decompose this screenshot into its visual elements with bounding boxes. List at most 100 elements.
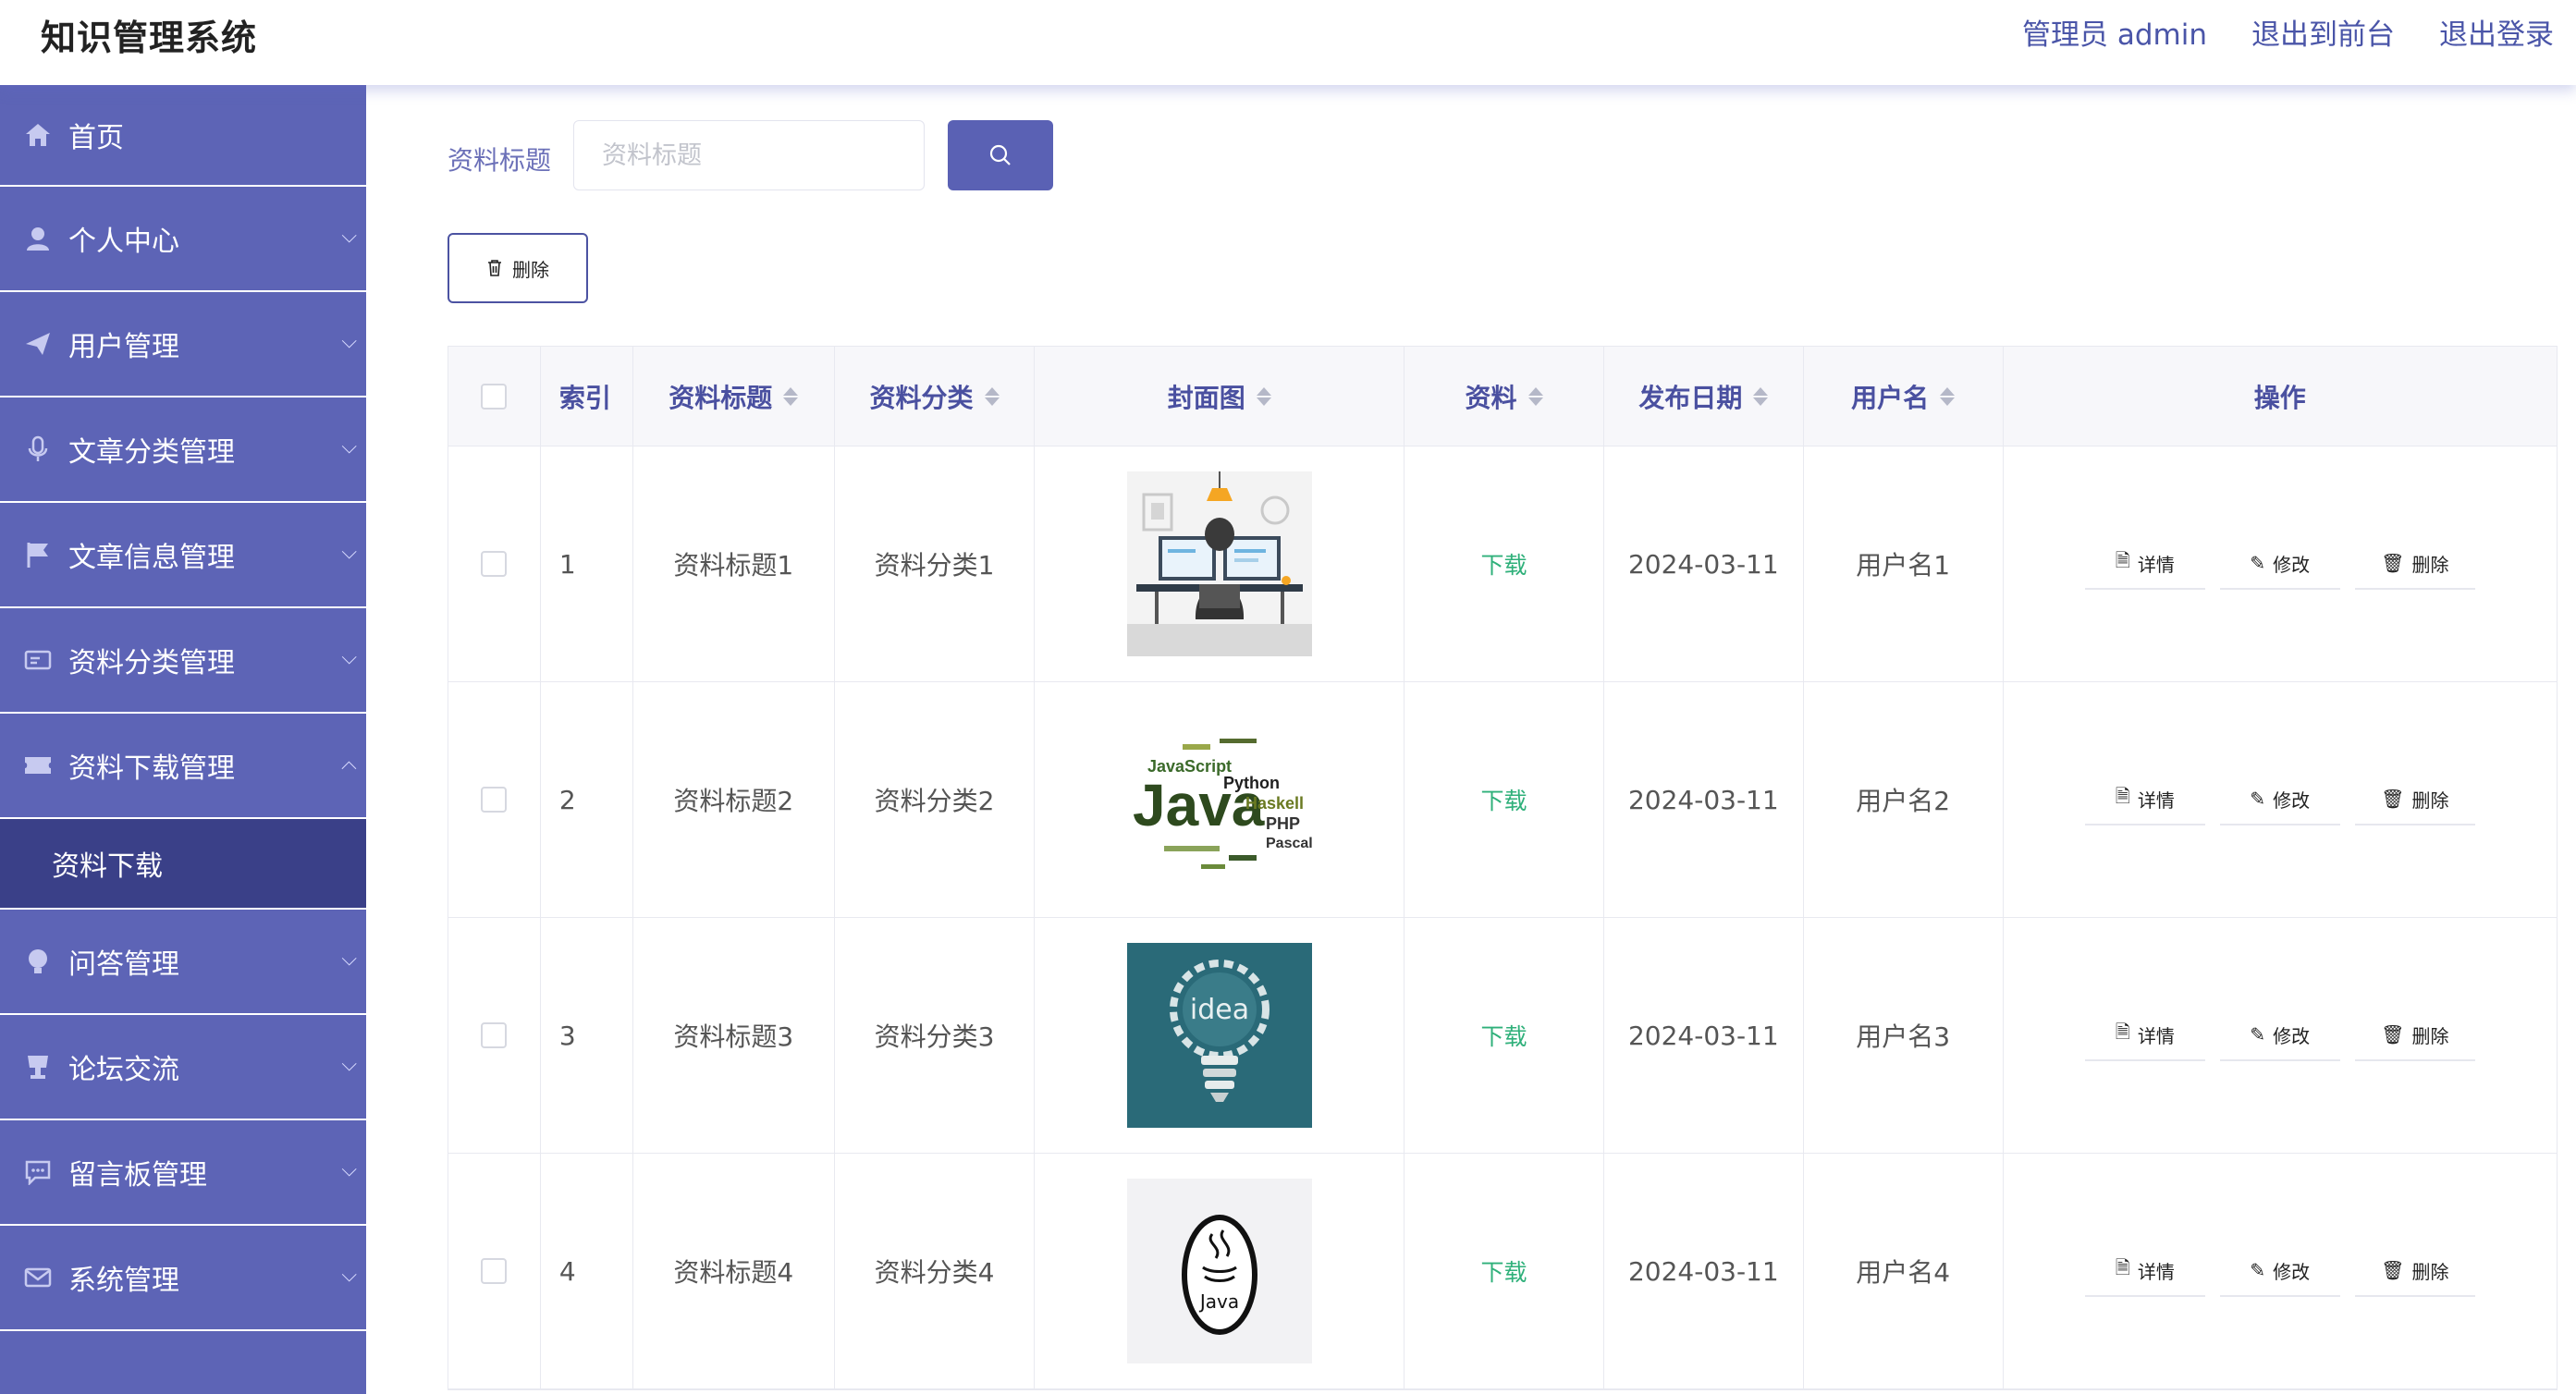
detail-button[interactable]: 🗎 详情 [2084, 1245, 2205, 1297]
batch-delete-label: 删除 [512, 258, 549, 281]
header-actions: 操作 [2004, 347, 2557, 446]
edit-button[interactable]: ✎ 修改 [2219, 538, 2340, 590]
header-title[interactable]: 资料标题 [633, 347, 835, 446]
sidebar-item-material-download[interactable]: 资料下载管理 ⌵ [0, 714, 366, 819]
svg-text:JavaScript: JavaScript [1147, 757, 1232, 776]
search-input[interactable] [573, 120, 925, 190]
app-title: 知识管理系统 [41, 18, 258, 58]
sort-icon[interactable] [1753, 386, 1769, 406]
data-table: 索引 资料标题 资料分类 封面图 资料 发布日期 用户名 操作 1 资料标题1 … [448, 346, 2558, 1390]
header-label: 资料标题 [669, 382, 773, 413]
row-checkbox[interactable] [481, 1258, 508, 1284]
card-icon [22, 644, 54, 676]
chevron-down-icon: ⌵ [341, 948, 357, 971]
detail-label: 详情 [2137, 1260, 2175, 1283]
detail-button[interactable]: 🗎 详情 [2084, 774, 2205, 825]
submenu-item-label: 资料下载 [52, 850, 163, 883]
cover-cell [1035, 446, 1405, 681]
svg-text:Pascal: Pascal [1266, 836, 1312, 851]
date-cell: 2024-03-11 [1604, 446, 1804, 681]
search-button[interactable] [948, 120, 1053, 190]
submenu-item-material-download[interactable]: 资料下载 [0, 819, 366, 910]
svg-text:Haskell: Haskell [1245, 794, 1304, 813]
actions-cell: 🗎 详情 ✎ 修改 🗑 删除 [2004, 682, 2557, 917]
cover-image-idea-bulb[interactable]: idea [1126, 943, 1312, 1128]
chevron-down-icon: ⌵ [341, 1053, 357, 1076]
sort-icon[interactable] [1527, 386, 1543, 406]
sidebar-item-forum[interactable]: 论坛交流 ⌵ [0, 1015, 366, 1120]
header-links: 管理员 admin 退出到前台 退出登录 [2022, 11, 2554, 53]
exit-front-link[interactable]: 退出到前台 [2251, 11, 2395, 53]
download-link[interactable]: 下载 [1481, 1254, 1527, 1288]
sidebar-item-article-category[interactable]: 文章分类管理 ⌵ [0, 397, 366, 503]
cover-cell: Java [1035, 1154, 1405, 1388]
delete-button[interactable]: 🗑 删除 [2354, 774, 2475, 825]
search-icon [989, 144, 1011, 165]
sort-icon[interactable] [783, 386, 799, 406]
sidebar-item-article-info[interactable]: 文章信息管理 ⌵ [0, 503, 366, 608]
header-file[interactable]: 资料 [1405, 347, 1604, 446]
header-user[interactable]: 用户名 [1804, 347, 2004, 446]
header-date[interactable]: 发布日期 [1604, 347, 1804, 446]
download-link[interactable]: 下载 [1481, 1019, 1527, 1052]
index-cell: 2 [541, 682, 633, 917]
download-link[interactable]: 下载 [1481, 547, 1527, 581]
index-cell: 3 [541, 918, 633, 1153]
chevron-down-icon: ⌵ [341, 541, 357, 564]
chevron-down-icon: ⌵ [341, 225, 357, 248]
cover-image-developer[interactable] [1126, 471, 1312, 656]
sort-icon[interactable] [1940, 386, 1956, 406]
sort-icon[interactable] [984, 386, 1000, 406]
home-icon [22, 119, 54, 151]
header-label: 用户名 [1851, 382, 1930, 413]
user-icon [22, 223, 54, 254]
sidebar-item-label: 文章信息管理 [68, 542, 235, 574]
delete-button[interactable]: 🗑 删除 [2354, 1009, 2475, 1061]
cover-image-java-logo[interactable]: Java [1126, 1179, 1312, 1363]
header-select-cell [448, 347, 541, 446]
download-link[interactable]: 下载 [1481, 783, 1527, 816]
detail-label: 详情 [2137, 1024, 2175, 1047]
edit-button[interactable]: ✎ 修改 [2219, 774, 2340, 825]
sidebar: 首页 个人中心 ⌵ 用户管理 ⌵ 文章分类管理 ⌵ 文章信息管理 ⌵ 资料分类管… [0, 85, 366, 1394]
row-checkbox[interactable] [481, 551, 508, 577]
sidebar-item-label: 论坛交流 [68, 1054, 179, 1086]
sidebar-item-users[interactable]: 用户管理 ⌵ [0, 292, 366, 397]
delete-button[interactable]: 🗑 删除 [2354, 538, 2475, 590]
sidebar-item-label: 文章分类管理 [68, 436, 235, 469]
select-all-checkbox[interactable] [481, 383, 508, 410]
admin-label[interactable]: 管理员 admin [2022, 11, 2207, 53]
sidebar-item-system[interactable]: 系统管理 ⌵ [0, 1226, 366, 1331]
row-checkbox[interactable] [481, 787, 508, 813]
row-select-cell [448, 918, 541, 1153]
header-category[interactable]: 资料分类 [835, 347, 1036, 446]
row-checkbox[interactable] [481, 1022, 508, 1048]
batch-delete-button[interactable]: 删除 [448, 233, 588, 303]
pencil-icon: ✎ [2250, 1023, 2266, 1046]
sidebar-item-message-board[interactable]: 留言板管理 ⌵ [0, 1120, 366, 1226]
sort-icon[interactable] [1256, 386, 1271, 406]
logout-link[interactable]: 退出登录 [2439, 11, 2554, 53]
title-cell: 资料标题1 [633, 446, 835, 681]
sidebar-item-qa[interactable]: 问答管理 ⌵ [0, 910, 366, 1015]
detail-button[interactable]: 🗎 详情 [2084, 1009, 2205, 1061]
pencil-icon: ✎ [2250, 1259, 2266, 1281]
sidebar-item-material-category[interactable]: 资料分类管理 ⌵ [0, 608, 366, 714]
edit-label: 修改 [2273, 1024, 2311, 1047]
detail-button[interactable]: 🗎 详情 [2084, 538, 2205, 590]
chevron-down-icon: ⌵ [341, 1158, 357, 1181]
cover-image-java-cloud[interactable]: Java JavaScript Python Haskell PHP Pasca… [1126, 707, 1312, 892]
header-cover[interactable]: 封面图 [1035, 347, 1405, 446]
table-header: 索引 资料标题 资料分类 封面图 资料 发布日期 用户名 操作 [448, 347, 2557, 446]
actions-cell: 🗎 详情 ✎ 修改 🗑 删除 [2004, 918, 2557, 1153]
sidebar-item-label: 系统管理 [68, 1265, 179, 1297]
table-row: 2 资料标题2 资料分类2 Java JavaScript Python Has… [448, 682, 2557, 918]
mail-icon [22, 1262, 54, 1293]
delete-button[interactable]: 🗑 删除 [2354, 1245, 2475, 1297]
sidebar-item-home[interactable]: 首页 [0, 85, 366, 187]
edit-button[interactable]: ✎ 修改 [2219, 1245, 2340, 1297]
sidebar-item-profile[interactable]: 个人中心 ⌵ [0, 187, 366, 292]
pencil-icon: ✎ [2250, 788, 2266, 810]
edit-button[interactable]: ✎ 修改 [2219, 1009, 2340, 1061]
document-icon: 🗎 [2115, 1256, 2130, 1278]
